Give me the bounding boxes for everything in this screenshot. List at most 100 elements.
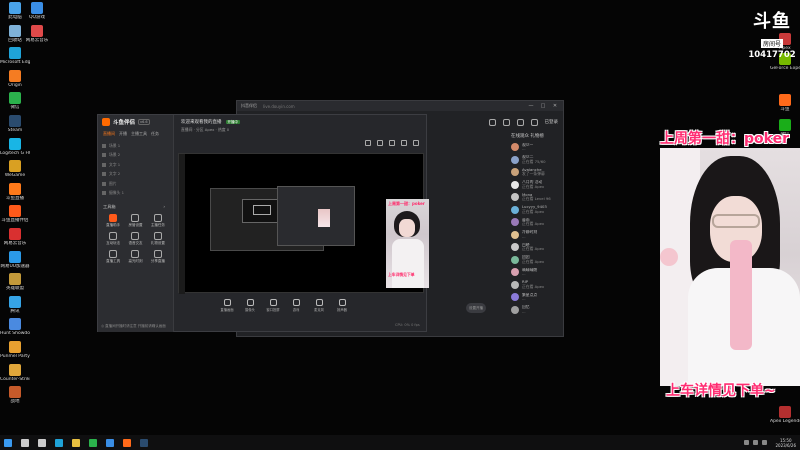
viewer-message: ...	[522, 146, 526, 152]
desktop-icon[interactable]: 战地	[0, 385, 30, 413]
record-icon[interactable]	[365, 140, 371, 146]
viewer-row[interactable]: 观众二 正在看 75/60	[511, 154, 563, 167]
source-button[interactable]: 游戏	[288, 297, 304, 312]
toolbox-item[interactable]: 直播助手	[102, 214, 124, 228]
viewer-message: 正在看 Level 96	[522, 196, 551, 202]
companion-tab[interactable]: 直播间	[103, 131, 115, 137]
toolbox-grid: 直播助手 房管设置 主播任务互动玩法 语音交友 礼物设置直播工具 高光时刻 分享直播	[98, 212, 173, 266]
scene-item[interactable]: 场景 2	[102, 151, 169, 161]
wechat-icon[interactable]	[89, 438, 97, 447]
task-view-icon[interactable]	[38, 438, 46, 447]
steam-icon[interactable]	[140, 438, 148, 447]
network-icon[interactable]	[744, 440, 750, 445]
back-window-titlebar[interactable]: 抖音伴侣 live.douyin.com — □ ✕	[237, 101, 563, 111]
toolbox-item[interactable]: 房管设置	[124, 214, 146, 228]
send-icon[interactable]	[502, 118, 510, 126]
toolbox-more-button[interactable]: ›	[163, 204, 165, 212]
scene-item[interactable]: 摄像头 1	[102, 189, 169, 199]
eye-icon[interactable]	[102, 162, 106, 167]
viewer-row[interactable]: 冷静时刻...	[511, 229, 563, 242]
viewer-row[interactable]: 八月的 活动 正在看 Apex	[511, 179, 563, 192]
viewer-row[interactable]: Avalanche 发了一条弹幕	[511, 166, 563, 179]
desktop-icon-label: Microsoft Edge	[0, 60, 30, 66]
toolbox-item[interactable]: 互动玩法	[102, 232, 124, 246]
viewer-row[interactable]: 白晓 正在看 Apex	[511, 241, 563, 254]
companion-tab[interactable]: 任务	[151, 131, 159, 137]
gift-icon[interactable]	[516, 118, 524, 126]
companion-tab[interactable]: 主播工具	[131, 131, 147, 137]
viewer-row[interactable]: 暮雨 正在看 Apex	[511, 216, 563, 229]
viewer-row[interactable]: 晴晴晴朗...	[511, 266, 563, 279]
close-button[interactable]: ✕	[551, 103, 559, 109]
toolbox-item[interactable]: 直播工具	[102, 250, 124, 264]
viewer-message: ...	[522, 233, 526, 239]
desktop-icon[interactable]: 斗鱼	[770, 93, 800, 121]
minimize-button[interactable]: —	[527, 103, 535, 109]
toolbox-item[interactable]: 语音交友	[124, 232, 146, 246]
viewer-row[interactable]: Mona 正在看 Level 96	[511, 191, 563, 204]
source-button[interactable]: 麦克风	[311, 297, 327, 312]
viewer-row[interactable]: 团团 正在看 Apex	[511, 254, 563, 267]
source-button[interactable]: 扬声器	[334, 297, 350, 312]
desktop-icon[interactable]: 网易云音乐	[22, 24, 52, 52]
desktop-icon[interactable]: Apex Legends	[770, 405, 800, 433]
edge-icon[interactable]	[55, 438, 63, 447]
companion-main: 欢迎来观看我的直播 开播中 直播间 · 分区 Apex · 热度 0 上周第一甜…	[175, 115, 486, 332]
douyu-companion-window[interactable]: 斗鱼伴侣 v6.6 直播间 开播 主播工具 任务 场景 1 场景 2 文字 1 文字 2 图片…	[97, 114, 486, 332]
scene-item[interactable]: 图片	[102, 179, 169, 189]
start-stream-button[interactable]: 设置开播	[466, 303, 486, 313]
clock[interactable]: 15:50 2023/6/26	[775, 438, 796, 448]
live-badge: 开播中	[225, 120, 240, 124]
ime-icon[interactable]	[762, 440, 768, 445]
source-button[interactable]: 窗口投屏	[265, 297, 281, 312]
companion-tab[interactable]: 开播	[119, 131, 127, 137]
qq-icon[interactable]	[106, 438, 114, 447]
desktop-icon-label: GeForce Experience	[770, 66, 800, 71]
source-button[interactable]: 直播画面	[219, 297, 235, 312]
source-label: 麦克风	[314, 308, 324, 312]
viewer-text: RIP 正在看 Apex	[522, 280, 544, 289]
source-button[interactable]: 摄像头	[242, 297, 258, 312]
trash-icon[interactable]	[377, 140, 383, 146]
desktop-icon-label: 战地	[10, 399, 20, 405]
fullscreen-icon[interactable]	[413, 140, 419, 146]
user-icon[interactable]	[530, 118, 538, 126]
viewer-row[interactable]: 回忆...	[511, 304, 563, 317]
windows-icon[interactable]	[4, 438, 12, 447]
desktop-icon-label: Hunt Showdown	[0, 331, 30, 337]
settings-icon[interactable]	[488, 118, 496, 126]
viewer-text: 冷静时刻...	[522, 230, 537, 239]
eye-icon[interactable]	[102, 181, 106, 186]
viewer-row[interactable]: Lucyyy_9403 正在看 Apex	[511, 204, 563, 217]
viewer-row[interactable]: 繁星点点...	[511, 291, 563, 304]
maximize-button[interactable]: □	[539, 103, 547, 109]
overlay-caption-top: 上周第一甜：poker	[660, 131, 789, 147]
toolbox-item[interactable]: 分享直播	[147, 250, 169, 264]
toolbox-item[interactable]: 礼物设置	[147, 232, 169, 246]
scene-item[interactable]: 文字 2	[102, 170, 169, 180]
source-toolbar: 直播画面 摄像头 窗口投屏 游戏 麦克风 扬声器	[175, 297, 427, 317]
explorer-icon[interactable]	[72, 438, 80, 447]
search-icon[interactable]	[21, 438, 29, 447]
login-status[interactable]: 已登录	[545, 119, 559, 125]
app-icon	[9, 386, 21, 399]
toolbox-item[interactable]: 主播任务	[147, 214, 169, 228]
scene-item[interactable]: 文字 1	[102, 160, 169, 170]
douyu-icon[interactable]	[123, 438, 131, 447]
toolbox-item[interactable]: 高光时刻	[124, 250, 146, 264]
share-icon[interactable]	[401, 140, 407, 146]
eye-icon[interactable]	[102, 153, 106, 158]
scene-item[interactable]: 场景 1	[102, 141, 169, 151]
eye-icon[interactable]	[102, 143, 106, 148]
stream-title[interactable]: 欢迎来观看我的直播	[181, 120, 222, 125]
copy-icon[interactable]	[389, 140, 395, 146]
viewer-row[interactable]: RIP 正在看 Apex	[511, 279, 563, 292]
scene-label: 图片	[109, 180, 117, 186]
system-tray: 15:50 2023/6/26	[744, 435, 796, 450]
viewer-row[interactable]: 观众一...	[511, 141, 563, 154]
eye-icon[interactable]	[102, 172, 106, 177]
stream-preview[interactable]: 上周第一甜：poker 上车详情见下单	[178, 153, 429, 294]
tool-label: 高光时刻	[128, 259, 143, 263]
eye-icon[interactable]	[102, 191, 106, 196]
volume-icon[interactable]	[753, 440, 759, 445]
